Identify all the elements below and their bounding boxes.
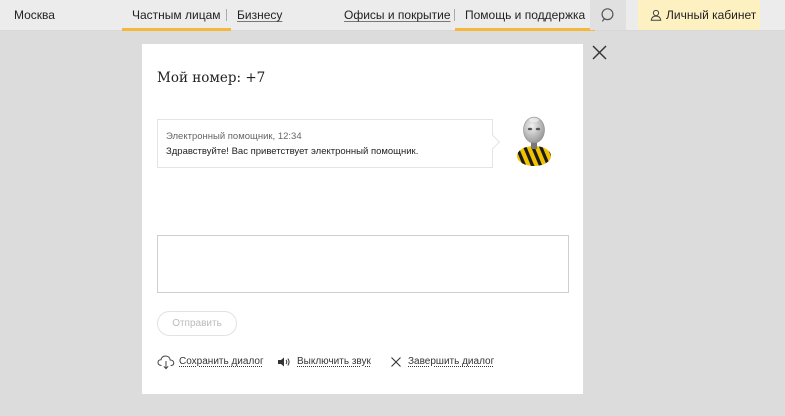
- save-dialog-label: Сохранить диалог: [179, 356, 264, 367]
- segment-business[interactable]: Бизнесу: [237, 0, 282, 30]
- message-input[interactable]: [157, 235, 569, 293]
- top-navigation: Москва Частным лицам Бизнесу Офисы и пок…: [0, 0, 785, 31]
- nav-divider: [454, 9, 455, 21]
- message-sender: Электронный помощник, 12:34: [166, 131, 302, 142]
- nav-help-support[interactable]: Помощь и поддержка: [454, 0, 596, 31]
- nav-offices-coverage[interactable]: Офисы и покрытие: [344, 0, 451, 30]
- segment-divider: [226, 9, 227, 21]
- assistant-robot-avatar: [517, 116, 551, 166]
- mute-sound-label: Выключить звук: [297, 356, 371, 367]
- city-selector[interactable]: Москва: [14, 0, 55, 30]
- speaker-icon: [278, 357, 290, 367]
- chat-message: Электронный помощник, 12:34 Здравствуйте…: [157, 119, 493, 168]
- message-text: Здравствуйте! Вас приветствует электронн…: [166, 146, 419, 157]
- chat-dialog: Мой номер: +7 Электронный помощник, 12:3…: [142, 44, 583, 394]
- cloud-download-icon: [157, 355, 175, 370]
- end-dialog-label: Завершить диалог: [408, 356, 495, 367]
- send-button[interactable]: Отправить: [157, 311, 237, 336]
- search-icon: [601, 8, 614, 22]
- user-icon: [650, 9, 662, 21]
- personal-account-button[interactable]: Личный кабинет: [638, 0, 760, 30]
- personal-account-label: Личный кабинет: [666, 8, 757, 22]
- search-button[interactable]: [590, 0, 626, 30]
- close-icon[interactable]: [591, 44, 608, 61]
- dialog-title: Мой номер: +7: [157, 70, 266, 86]
- close-small-icon: [391, 357, 401, 367]
- segment-private[interactable]: Частным лицам: [122, 0, 230, 31]
